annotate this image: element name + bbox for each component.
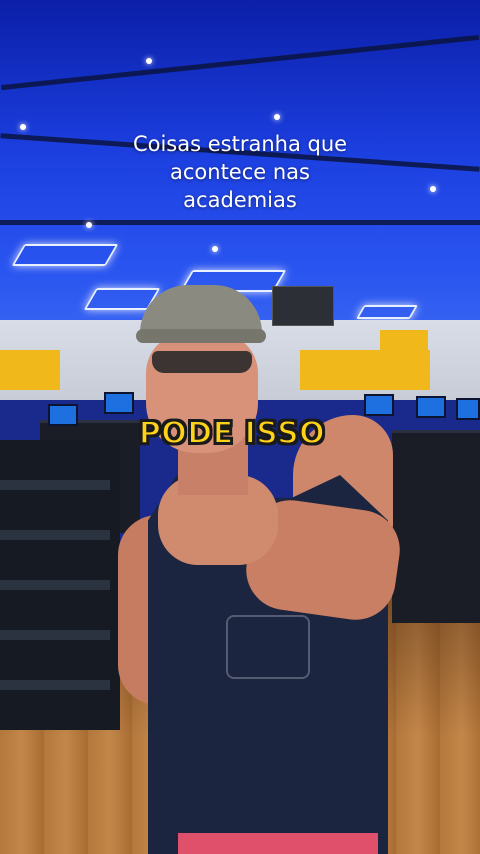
- ceiling-spotlight: [430, 186, 436, 192]
- wall-accent: [0, 350, 60, 390]
- stair-step: [0, 630, 110, 640]
- treadmill-screen: [416, 396, 446, 418]
- caption-line: acontece nas: [170, 160, 310, 184]
- man-in-gym: [118, 285, 405, 854]
- video-frame: Coisas estranha que acontece nas academi…: [0, 0, 480, 854]
- overlay-sticker-text: PODE ISSO: [138, 415, 326, 452]
- caption-line: academias: [183, 188, 297, 212]
- ceiling-light: [11, 244, 119, 266]
- stair-step: [0, 530, 110, 540]
- ceiling-beam: [1, 34, 479, 91]
- sunglasses: [152, 351, 252, 373]
- ceiling-spotlight: [146, 58, 152, 64]
- treadmill-screen: [456, 398, 480, 420]
- ceiling-spotlight: [20, 124, 26, 130]
- shirt-print: [226, 615, 310, 679]
- ceiling-spotlight: [274, 114, 280, 120]
- ceiling-beam: [0, 220, 480, 225]
- caption-line: Coisas estranha que: [132, 132, 348, 156]
- stair-step: [0, 680, 110, 690]
- shorts: [178, 833, 378, 854]
- ceiling-spotlight: [212, 246, 218, 252]
- cap-brim: [136, 329, 266, 343]
- stair-step: [0, 480, 110, 490]
- ceiling-spotlight: [86, 222, 92, 228]
- treadmill: [392, 430, 480, 623]
- treadmill-screen: [48, 404, 78, 426]
- stair-machine: [0, 440, 120, 730]
- stair-step: [0, 580, 110, 590]
- video-caption: Coisas estranha que acontece nas academi…: [90, 130, 390, 214]
